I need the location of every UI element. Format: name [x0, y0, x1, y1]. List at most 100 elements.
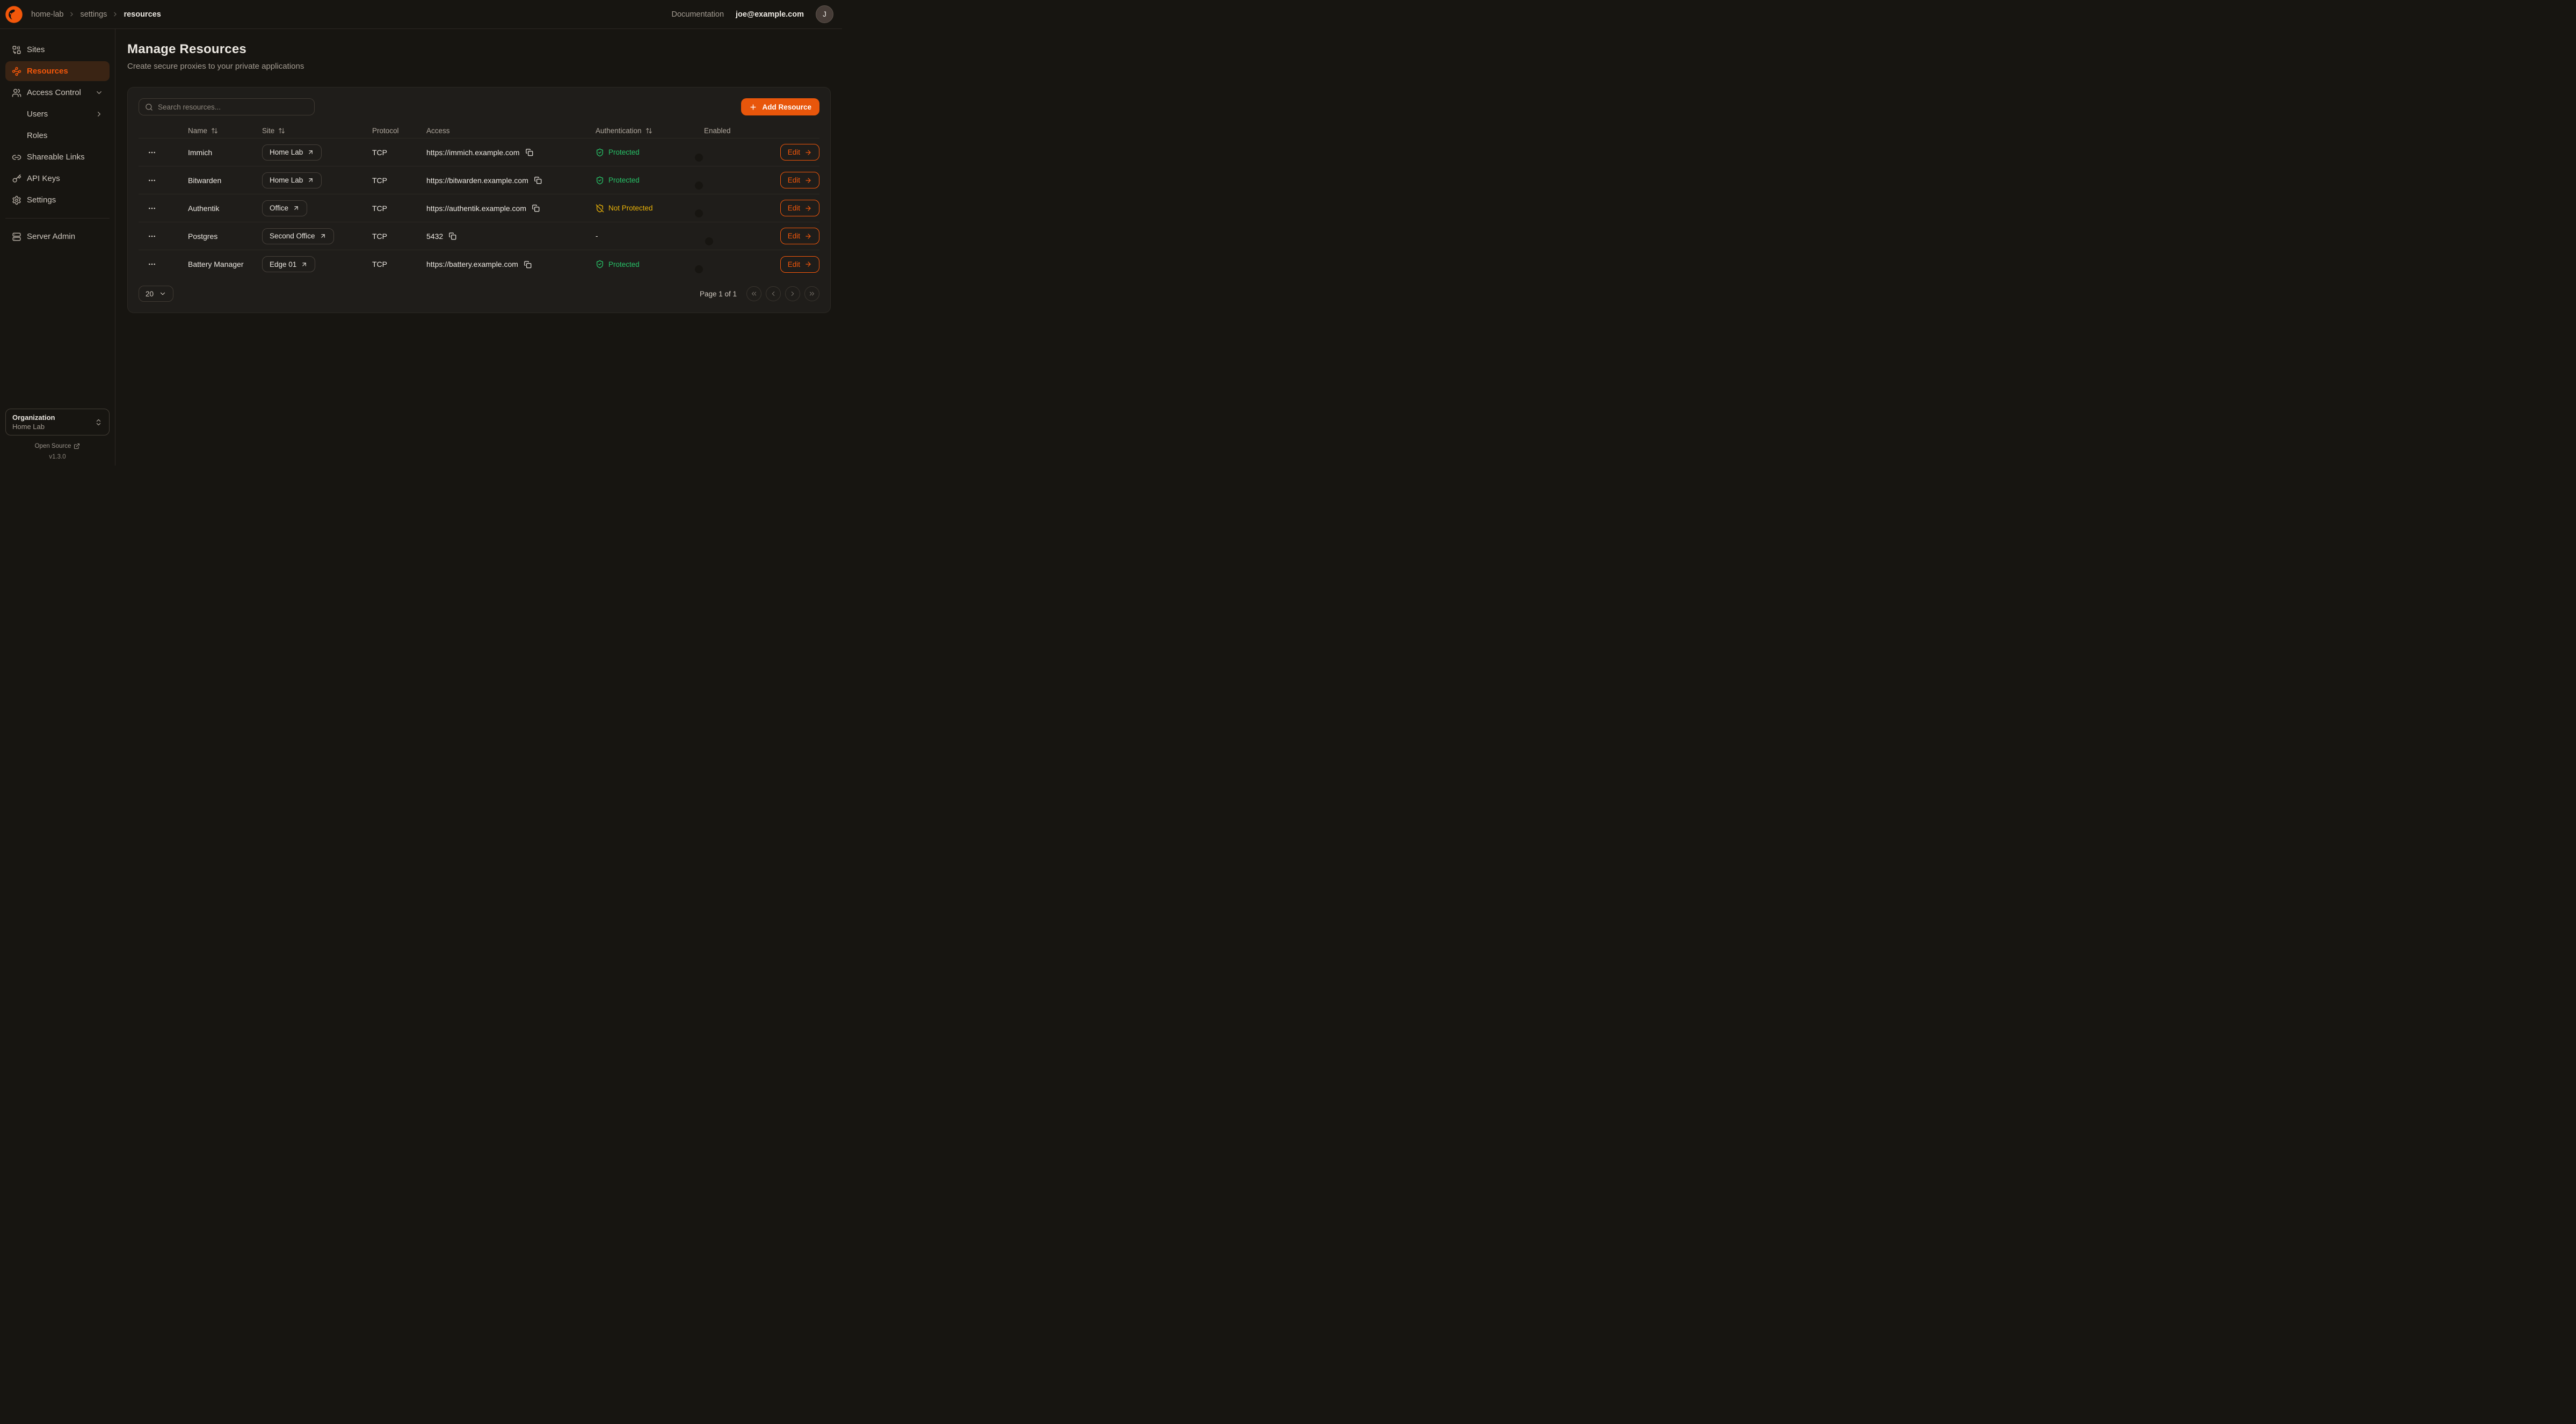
site-name: Home Lab — [270, 176, 303, 184]
user-avatar[interactable]: J — [816, 5, 833, 23]
chevrons-right-icon — [808, 290, 816, 297]
resources-card: Add Resource Name Site Protocol — [127, 87, 831, 313]
sidebar-item-users[interactable]: Users — [5, 104, 110, 124]
arrow-right-icon — [804, 233, 812, 240]
add-resource-label: Add Resource — [762, 103, 811, 111]
first-page-button[interactable] — [746, 286, 761, 301]
toggle-knob — [705, 237, 713, 245]
copy-icon — [525, 148, 533, 156]
page-subtitle: Create secure proxies to your private ap… — [127, 62, 831, 71]
auth-status: Not Protected — [596, 204, 704, 213]
row-menu-button[interactable] — [139, 148, 188, 157]
table-body: Immich Home Lab TCP https://immich.examp… — [139, 139, 819, 278]
sidebar-item-label: Sites — [27, 45, 45, 54]
access-url: https://battery.example.com — [426, 260, 518, 268]
pangolin-logo-icon[interactable] — [4, 5, 24, 24]
protocol: TCP — [372, 204, 426, 213]
last-page-button[interactable] — [804, 286, 819, 301]
breadcrumb-org[interactable]: home-lab — [31, 10, 63, 19]
copy-button[interactable] — [534, 176, 542, 184]
site-link-badge[interactable]: Edge 01 — [262, 256, 315, 272]
previous-page-button[interactable] — [766, 286, 781, 301]
sidebar-item-shareable-links[interactable]: Shareable Links — [5, 147, 110, 167]
sidebar-item-sites[interactable]: Sites — [5, 40, 110, 60]
sidebar-item-settings[interactable]: Settings — [5, 190, 110, 210]
sidebar-item-server-admin[interactable]: Server Admin — [5, 227, 110, 246]
auth-status: Protected — [596, 148, 704, 157]
row-menu-button[interactable] — [139, 204, 188, 213]
card-footer: 20 Page 1 of 1 — [139, 278, 819, 302]
edit-button[interactable]: Edit — [780, 200, 819, 216]
row-menu-button[interactable] — [139, 232, 188, 241]
access-url: https://immich.example.com — [426, 148, 520, 157]
site-link-badge[interactable]: Office — [262, 200, 307, 216]
sidebar-item-resources[interactable]: Resources — [5, 61, 110, 81]
organization-selector[interactable]: Organization Home Lab — [5, 409, 110, 435]
site-link-badge[interactable]: Home Lab — [262, 144, 322, 161]
breadcrumb-settings[interactable]: settings — [80, 10, 107, 19]
access-url: 5432 — [426, 232, 443, 241]
arrow-right-icon — [804, 177, 812, 184]
edit-label: Edit — [788, 176, 800, 184]
edit-label: Edit — [788, 148, 800, 156]
copy-button[interactable] — [532, 204, 540, 212]
sidebar-item-access-control[interactable]: Access Control — [5, 83, 110, 103]
auth-label: Protected — [608, 148, 640, 156]
sidebar-item-label: Settings — [27, 195, 56, 205]
column-header-authentication[interactable]: Authentication — [596, 127, 704, 135]
edit-label: Edit — [788, 232, 800, 240]
chevron-down-icon — [95, 89, 103, 97]
ellipsis-icon — [148, 232, 156, 241]
chevron-right-icon — [95, 110, 103, 118]
open-source-label: Open Source — [35, 443, 71, 449]
column-header-site[interactable]: Site — [262, 127, 372, 135]
organization-label: Organization — [12, 413, 55, 422]
shield-check-icon — [596, 176, 604, 185]
card-toolbar: Add Resource — [139, 98, 819, 115]
open-source-link[interactable]: Open Source — [35, 443, 81, 449]
documentation-link[interactable]: Documentation — [672, 10, 724, 19]
site-name: Office — [270, 204, 288, 212]
copy-button[interactable] — [525, 148, 533, 156]
sidebar-item-label: API Keys — [27, 174, 60, 183]
search-input[interactable] — [158, 103, 308, 111]
copy-icon — [448, 232, 456, 240]
edit-button[interactable]: Edit — [780, 256, 819, 273]
resource-name: Battery Manager — [188, 260, 262, 268]
server-icon — [12, 232, 21, 242]
page-size-select[interactable]: 20 — [139, 286, 173, 302]
toggle-knob — [695, 154, 703, 162]
site-link-badge[interactable]: Home Lab — [262, 172, 322, 188]
column-header-name[interactable]: Name — [188, 127, 262, 135]
chevrons-left-icon — [750, 290, 758, 297]
copy-button[interactable] — [524, 260, 532, 268]
edit-button[interactable]: Edit — [780, 144, 819, 161]
arrow-up-right-icon — [293, 205, 300, 212]
auth-label: Protected — [608, 176, 640, 184]
protocol: TCP — [372, 176, 426, 185]
edit-button[interactable]: Edit — [780, 228, 819, 244]
page-info: Page 1 of 1 — [700, 290, 737, 298]
sidebar: Sites Resources Access Control Users Rol… — [0, 29, 115, 466]
edit-button[interactable]: Edit — [780, 172, 819, 188]
arrow-up-right-icon — [307, 149, 314, 156]
copy-button[interactable] — [448, 232, 456, 240]
column-header-access: Access — [426, 127, 596, 135]
sidebar-divider — [5, 218, 110, 219]
sidebar-item-roles[interactable]: Roles — [5, 126, 110, 146]
sites-icon — [12, 45, 21, 55]
row-menu-button[interactable] — [139, 260, 188, 268]
shield-check-icon — [596, 260, 604, 268]
add-resource-button[interactable]: Add Resource — [741, 98, 819, 115]
table-row: Postgres Second Office TCP 5432 - Edit — [139, 222, 819, 250]
protocol: TCP — [372, 148, 426, 157]
organization-name: Home Lab — [12, 423, 55, 431]
row-menu-button[interactable] — [139, 176, 188, 185]
user-email[interactable]: joe@example.com — [736, 10, 804, 19]
next-page-button[interactable] — [785, 286, 800, 301]
sidebar-item-label: Resources — [27, 67, 68, 76]
site-link-badge[interactable]: Second Office — [262, 228, 334, 244]
page-size-value: 20 — [146, 290, 154, 298]
sidebar-item-api-keys[interactable]: API Keys — [5, 169, 110, 188]
page-title: Manage Resources — [127, 42, 831, 57]
